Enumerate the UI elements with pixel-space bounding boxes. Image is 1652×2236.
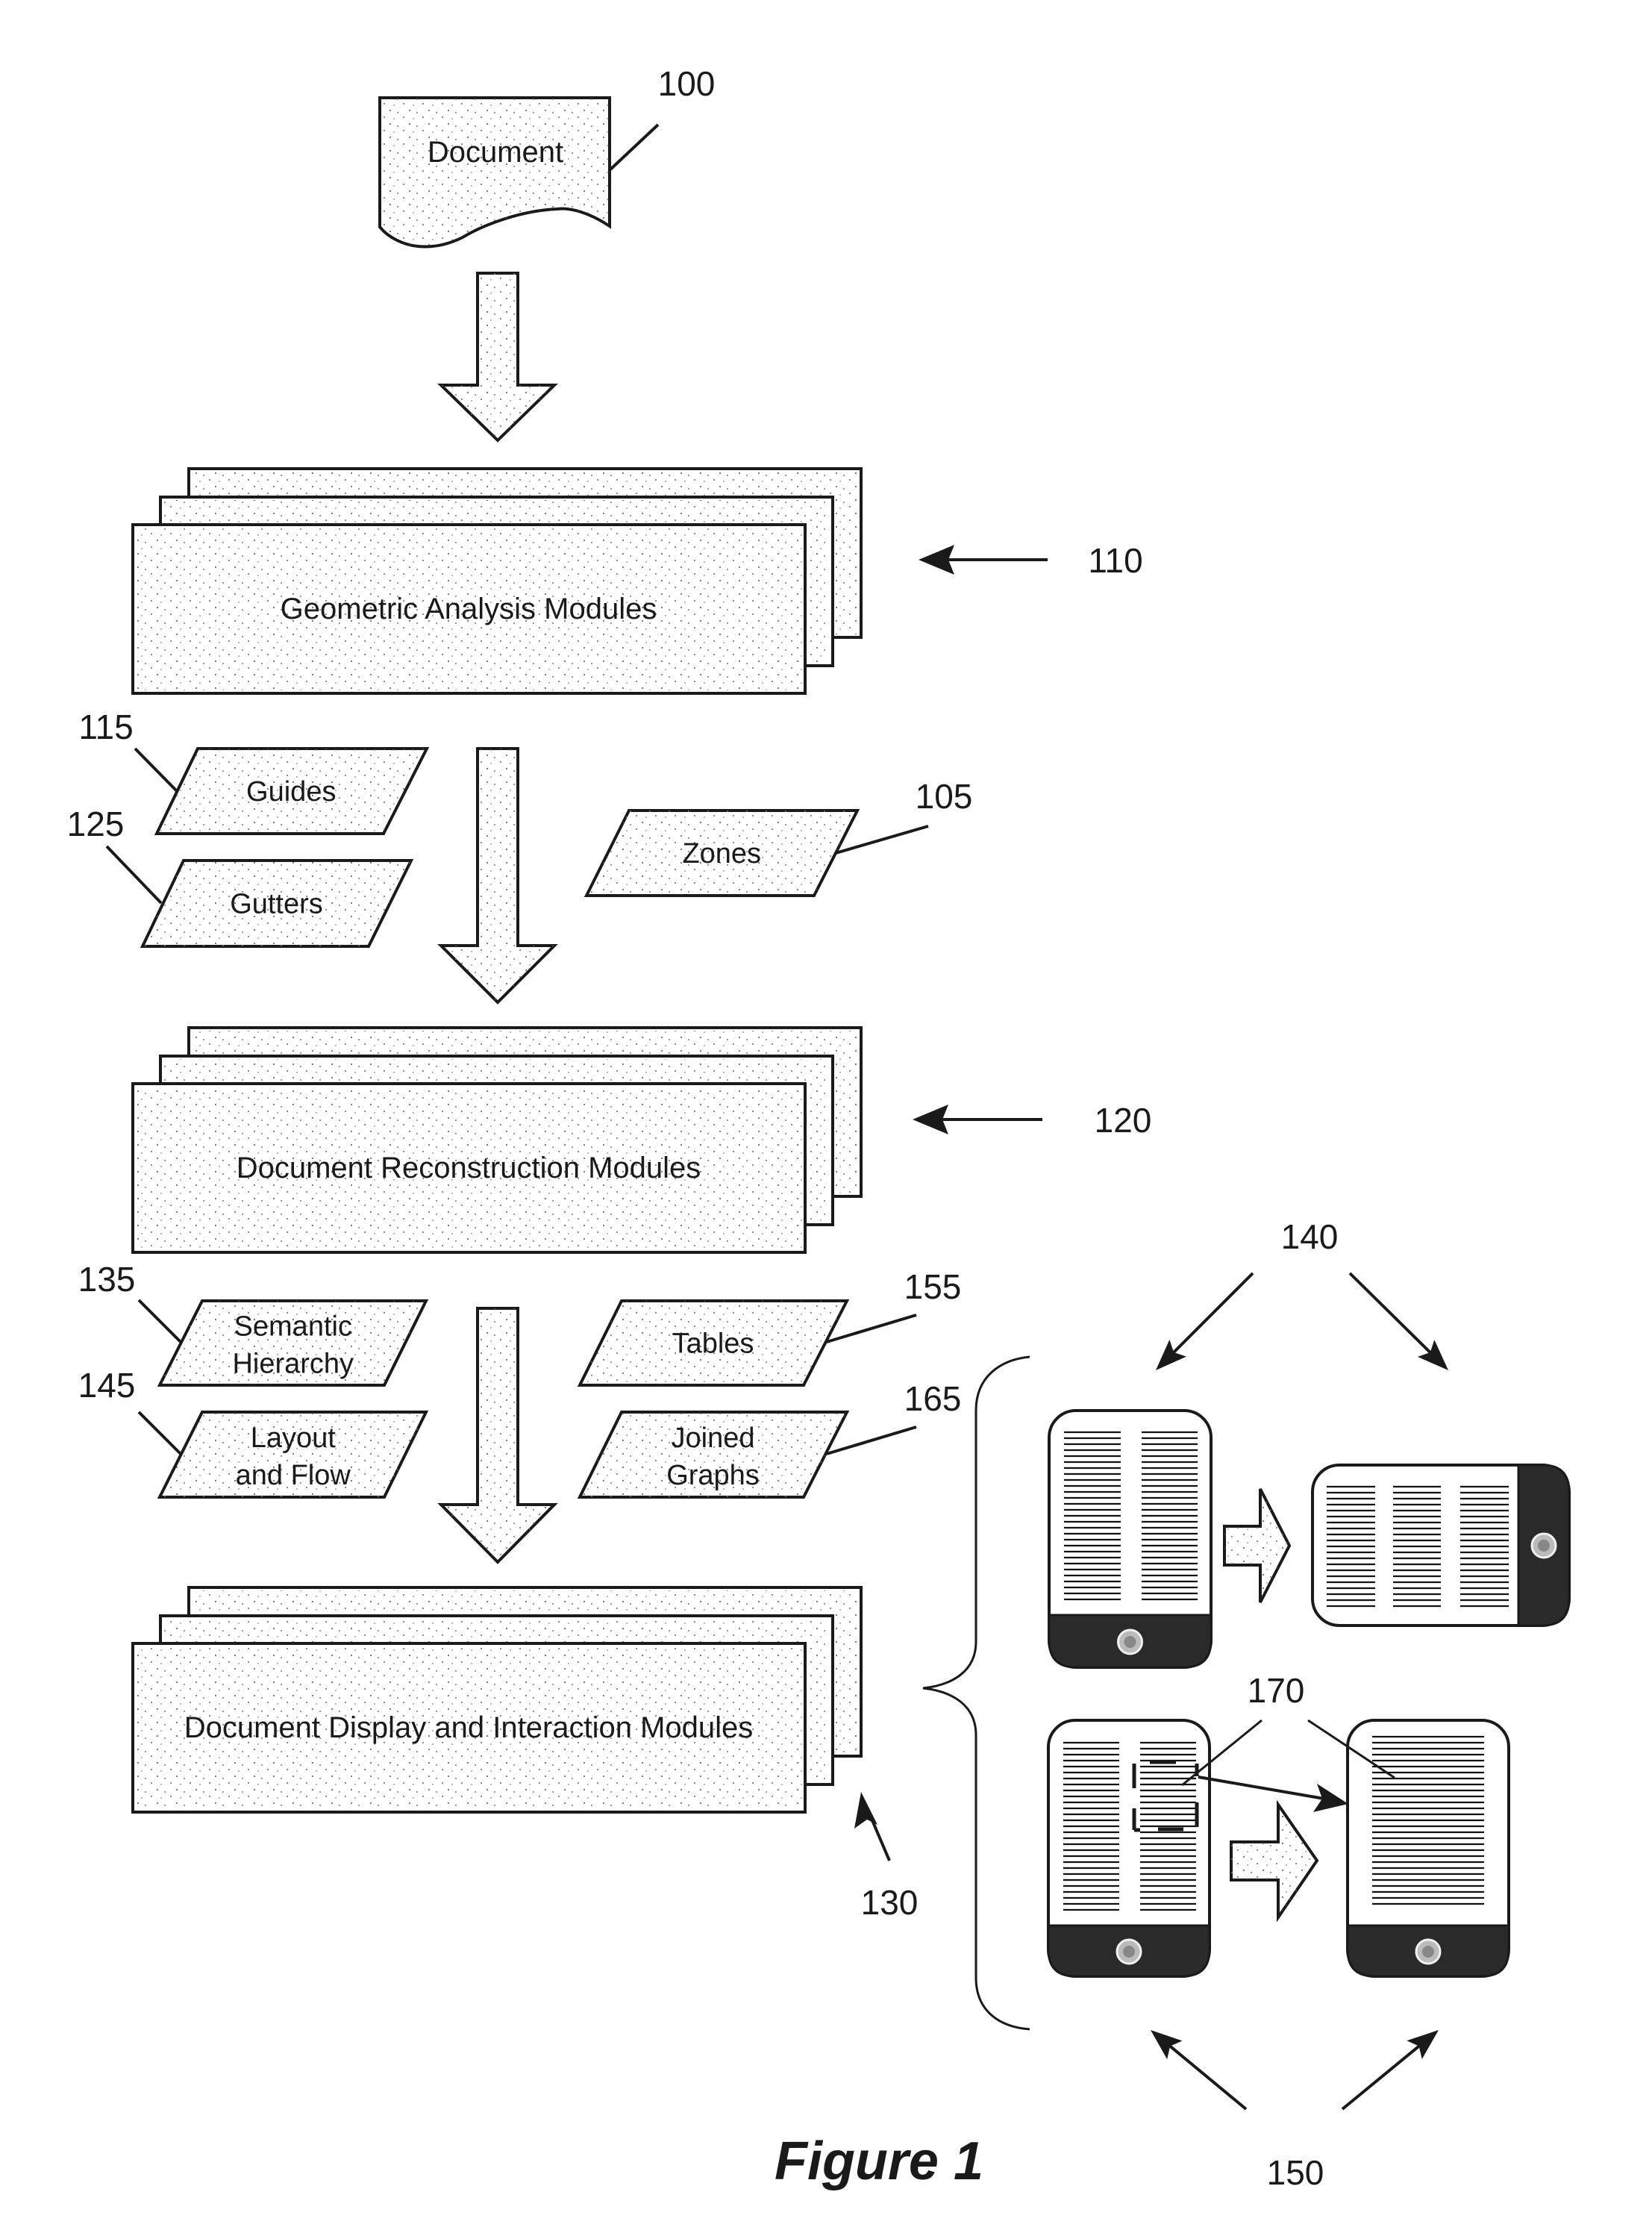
document-leader-line [608, 123, 660, 172]
flow-arrow-document-to-geometric [437, 272, 558, 443]
ref-label-guides: 115 [78, 708, 133, 746]
data-structure-label: Semantic [234, 1311, 352, 1343]
data-structure-guides: Guides 115 [78, 708, 430, 835]
data-structure-label: and Flow [236, 1460, 351, 1491]
ref-label-rotation: 140 [1281, 1217, 1339, 1256]
leader-line-zones [835, 825, 929, 855]
zoom-ref-arrow-left [1151, 2030, 1248, 2111]
leader-line-guides [134, 747, 178, 793]
device-portrait-with-selection [1047, 1719, 1211, 1978]
data-structure-label: Gutters [230, 889, 323, 920]
data-structure-label: Layout [251, 1423, 337, 1454]
home-button-icon [1117, 1628, 1143, 1655]
rotate-transition-arrow [1223, 1488, 1292, 1603]
rotation-ref-arrow-right [1348, 1272, 1448, 1370]
ref-label-semantic-hierarchy: 135 [78, 1260, 136, 1299]
leader-line-semantic-hierarchy [137, 1299, 182, 1343]
data-structure-label: Zones [682, 838, 761, 869]
rotation-ref-arrow-left [1156, 1272, 1254, 1370]
data-structure-tables: Tables 155 [577, 1267, 962, 1387]
module-stack-reconstruction: Document Reconstruction Modules 120 [131, 1026, 1152, 1254]
ref-label-selection: 170 [1248, 1671, 1305, 1710]
device-group-brace [922, 1355, 1030, 2031]
data-structure-label: Graphs [666, 1460, 760, 1491]
data-structure-zones: Zones 105 [583, 777, 973, 897]
home-button-icon [1116, 1938, 1142, 1965]
ref-label-display: 130 [861, 1883, 919, 1922]
device-landscape-three-column [1311, 1464, 1571, 1627]
leader-line-layout-and-flow [137, 1411, 182, 1455]
ref-label-gutters: 125 [67, 805, 125, 843]
data-structure-label: Tables [672, 1328, 754, 1360]
data-structure-joined-graphs: Joined Graphs 165 [577, 1379, 962, 1499]
ref-label-zones: 105 [916, 777, 973, 816]
ref-label-geometric: 110 [1088, 541, 1142, 580]
patent-figure: Document 100 Geometric Analysis Modules 1… [67, 64, 1571, 2192]
data-structure-label: Joined [672, 1423, 755, 1454]
zoom-ref-arrow-right [1341, 2030, 1439, 2111]
module-label: Document Display and Interaction Modules [184, 1711, 754, 1744]
ref-label-reconstruction: 120 [1095, 1101, 1152, 1140]
ref-label-joined-graphs: 165 [904, 1379, 962, 1418]
figure-title: Figure 1 [775, 2132, 983, 2191]
selection-pointer-arrow [1198, 1776, 1329, 1801]
home-button-icon [1530, 1532, 1557, 1559]
home-button-icon [1415, 1938, 1442, 1965]
flow-arrow-reconstruction-to-display [437, 1307, 558, 1564]
device-portrait-single-column [1346, 1719, 1510, 1978]
zoom-transition-arrow [1230, 1799, 1319, 1923]
module-label: Geometric Analysis Modules [281, 593, 657, 625]
device-portrait-two-column [1048, 1409, 1213, 1669]
data-structure-label: Guides [246, 776, 336, 808]
ref-label-layout-and-flow: 145 [78, 1366, 136, 1405]
ref-arrow-head [854, 1792, 877, 1829]
leader-line-gutters [105, 845, 163, 905]
document-node: Document [378, 96, 611, 249]
flow-arrow-geometric-to-reconstruction [437, 747, 558, 1005]
module-stack-geometric: Geometric Analysis Modules 110 [131, 467, 1143, 695]
ref-label-document: 100 [658, 64, 716, 103]
module-stack-display: Document Display and Interaction Modules… [131, 1586, 919, 1922]
ref-label-zoom: 150 [1267, 2153, 1324, 2192]
leader-line-joined-graphs [826, 1425, 917, 1455]
data-structure-label: Hierarchy [232, 1349, 354, 1380]
document-label: Document [428, 136, 563, 169]
device-screen [1327, 1485, 1509, 1608]
module-label: Document Reconstruction Modules [237, 1152, 701, 1184]
ref-label-tables: 155 [904, 1267, 962, 1306]
leader-line-tables [826, 1314, 917, 1343]
